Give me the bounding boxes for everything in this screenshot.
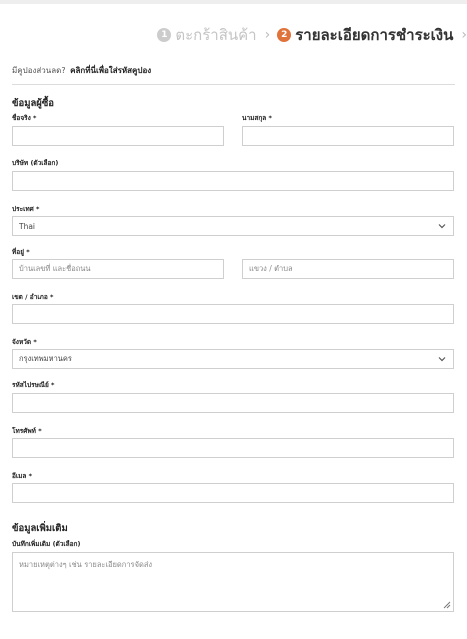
province-label: จังหวัด *	[12, 338, 37, 346]
province-select[interactable]: กรุงเทพมหานคร	[12, 349, 454, 369]
notes-label: บันทึกเพิ่มเติม (ตัวเลือก)	[12, 540, 81, 548]
district-field[interactable]	[12, 304, 454, 324]
last-name-label: นามสกุล *	[242, 114, 272, 122]
billing-section-title: ข้อมูลผู้ซื้อ	[12, 98, 55, 109]
address-label: ที่อยู่ *	[12, 248, 30, 256]
province-value: กรุงเทพมหานคร	[19, 354, 72, 363]
email-label: อีเมล *	[12, 472, 33, 480]
coupon-question: มีคูปองส่วนลด?	[12, 66, 66, 75]
step-payment-label: รายละเอียดการชำระเงิน	[295, 26, 454, 44]
chevron-right-icon: ›	[264, 27, 271, 43]
first-name-label: ชื่อจริง *	[12, 114, 37, 122]
phone-field[interactable]	[12, 438, 454, 458]
coupon-notice: มีคูปองส่วนลด? คลิกที่นี่เพื่อใส่รหัสคูป…	[12, 64, 455, 85]
step-cart-label: ตะกร้าสินค้า	[175, 26, 257, 44]
company-label: บริษัท (ตัวเลือก)	[12, 159, 59, 167]
step-cart-number: 1	[157, 28, 172, 42]
district-label: เขต / อำเภอ *	[12, 293, 54, 301]
country-label: ประเทศ *	[12, 205, 40, 213]
step-cart[interactable]: 1 ตะกร้าสินค้า	[157, 23, 257, 47]
chevron-down-icon	[437, 354, 447, 364]
first-name-field[interactable]	[12, 126, 224, 146]
chevron-right-icon: ›	[461, 27, 467, 43]
postcode-field[interactable]	[12, 393, 454, 413]
checkout-steps: 1 ตะกร้าสินค้า › 2 รายละเอียดการชำระเงิน…	[157, 24, 467, 46]
step-payment-number: 2	[277, 28, 292, 42]
notes-placeholder: หมายเหตุต่างๆ เช่น รายละเอียดการจัดส่ง	[19, 560, 153, 569]
coupon-link[interactable]: คลิกที่นี่เพื่อใส่รหัสคูปอง	[70, 66, 151, 75]
company-field[interactable]	[12, 171, 454, 191]
address-line-2-field[interactable]: แขวง / ตำบล	[242, 259, 454, 279]
email-field[interactable]	[12, 483, 454, 503]
country-value: Thai	[19, 221, 36, 231]
top-bar	[0, 0, 467, 4]
notes-textarea[interactable]: หมายเหตุต่างๆ เช่น รายละเอียดการจัดส่ง	[12, 552, 454, 612]
step-payment-details[interactable]: 2 รายละเอียดการชำระเงิน	[277, 23, 453, 47]
country-select[interactable]: Thai	[12, 216, 454, 236]
resize-handle-icon[interactable]	[441, 599, 451, 609]
chevron-down-icon	[437, 221, 447, 231]
last-name-field[interactable]	[242, 126, 454, 146]
postcode-label: รหัสไปรษณีย์ *	[12, 381, 55, 389]
phone-label: โทรศัพท์ *	[12, 427, 42, 435]
additional-section-title: ข้อมูลเพิ่มเติม	[12, 523, 68, 534]
address-line-1-field[interactable]: บ้านเลขที่ และชื่อถนน	[12, 259, 224, 279]
